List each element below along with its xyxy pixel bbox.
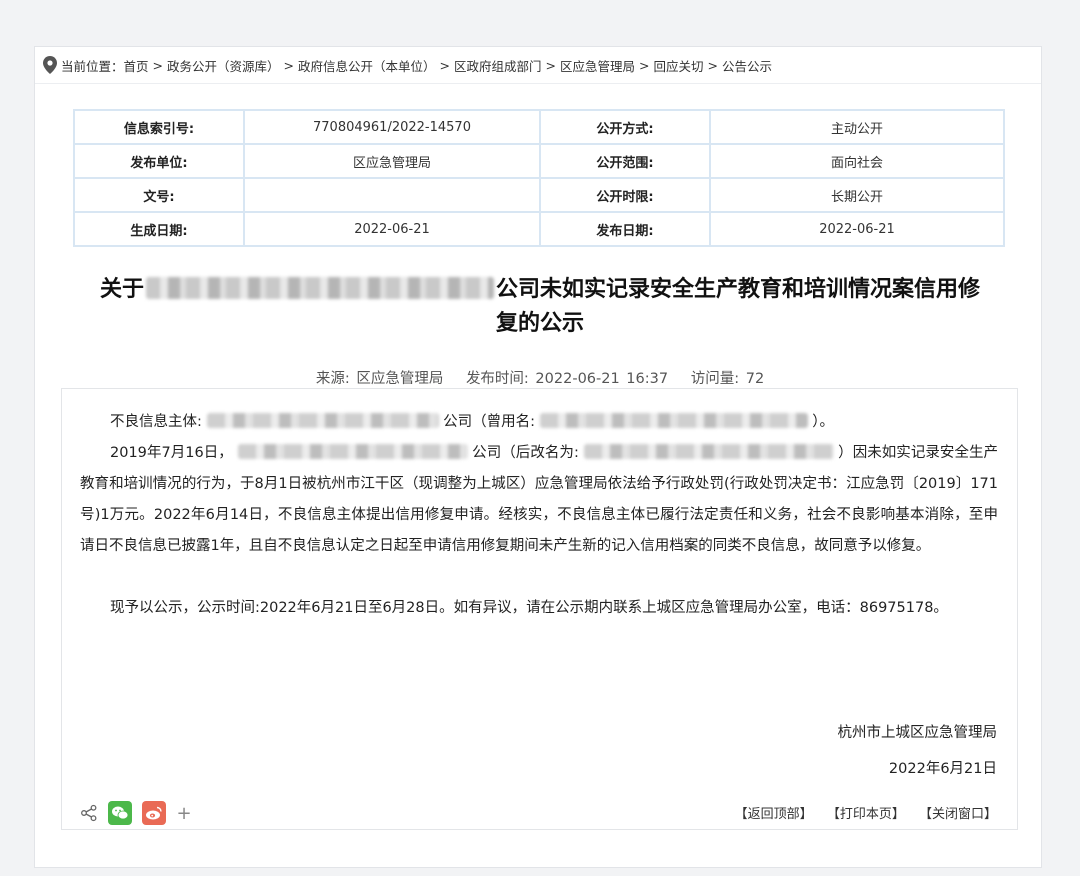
meta-value bbox=[243, 177, 541, 213]
breadcrumb-home[interactable]: 首页 bbox=[124, 56, 149, 75]
location-pin-icon bbox=[43, 56, 57, 74]
breadcrumb-separator: > bbox=[152, 57, 164, 73]
details-text: ）因未如实记录安全生产教育和培训情况的行为，于8月1日被杭州市江干区（现调整为上… bbox=[80, 445, 999, 554]
title-line2: 复的公示 bbox=[495, 311, 584, 336]
breadcrumb-separator: > bbox=[439, 57, 451, 73]
renamed-label: 公司（后改名为: bbox=[472, 445, 579, 461]
breadcrumb-separator: > bbox=[707, 57, 719, 73]
breadcrumb-separator: > bbox=[283, 57, 295, 73]
table-row: 信息索引号: 770804961/2022-14570 公开方式: 主动公开 bbox=[73, 109, 1005, 145]
meta-key: 公开方式: bbox=[539, 109, 711, 145]
page-container: 当前位置： 首页 > 政务公开（资源库） > 政府信息公开（本单位） > 区政府… bbox=[34, 46, 1042, 868]
wechat-share-icon[interactable] bbox=[108, 801, 132, 825]
more-share-icon[interactable]: + bbox=[176, 803, 192, 824]
meta-key: 生成日期: bbox=[73, 211, 245, 247]
title-line1-suffix: 公司未如实记录安全生产教育和培训情况案信用修 bbox=[496, 277, 981, 302]
back-to-top-link[interactable]: 【返回顶部】 bbox=[735, 807, 813, 822]
meta-key: 发布单位: bbox=[73, 143, 245, 179]
breadcrumb-separator: > bbox=[545, 57, 557, 73]
table-row: 生成日期: 2022-06-21 发布日期: 2022-06-21 bbox=[73, 211, 1005, 247]
meta-value: 2022-06-21 bbox=[243, 211, 541, 247]
breadcrumb-label: 当前位置： bbox=[61, 58, 124, 74]
breadcrumb-gov-info[interactable]: 政府信息公开（本单位） bbox=[298, 56, 436, 75]
meta-value: 770804961/2022-14570 bbox=[243, 109, 541, 145]
print-page-link[interactable]: 【打印本页】 bbox=[827, 807, 905, 822]
breadcrumb-emergency-bureau[interactable]: 区应急管理局 bbox=[560, 56, 635, 75]
redacted-company-name bbox=[237, 444, 468, 459]
meta-key: 文号: bbox=[73, 177, 245, 213]
redacted-former-name bbox=[539, 413, 808, 428]
title-prefix: 关于 bbox=[99, 277, 144, 302]
breadcrumb: 当前位置： 首页 > 政务公开（资源库） > 政府信息公开（本单位） > 区政府… bbox=[35, 47, 1041, 84]
weibo-share-icon[interactable] bbox=[142, 801, 166, 825]
meta-key: 发布日期: bbox=[539, 211, 711, 247]
paragraph-details: 2019年7月16日， 公司（后改名为: ）因未如实记录安全生产教育和培训情况的… bbox=[80, 438, 998, 562]
redacted-company-name bbox=[146, 277, 494, 299]
redacted-new-name bbox=[583, 444, 834, 459]
paragraph-end: ）。 bbox=[812, 414, 834, 430]
paragraph-subject: 不良信息主体: 公司（曾用名: ）。 bbox=[80, 407, 998, 438]
subject-label: 不良信息主体: bbox=[110, 414, 202, 430]
info-meta-table: 信息索引号: 770804961/2022-14570 公开方式: 主动公开 发… bbox=[73, 109, 1005, 247]
breadcrumb-gov-open[interactable]: 政务公开（资源库） bbox=[167, 56, 280, 75]
sign-date: 2022年6月21日 bbox=[888, 761, 997, 777]
paragraph-notice: 现予以公示，公示时间:2022年6月21日至6月28日。如有异议，请在公示期内联… bbox=[110, 600, 948, 616]
meta-value: 面向社会 bbox=[709, 143, 1005, 179]
redacted-company-name bbox=[206, 413, 439, 428]
meta-value: 2022-06-21 bbox=[709, 211, 1005, 247]
meta-key: 信息索引号: bbox=[73, 109, 245, 145]
meta-value: 长期公开 bbox=[709, 177, 1005, 213]
article-body: 不良信息主体: 公司（曾用名: ）。 2019年7月16日， 公司（后改名为: … bbox=[61, 388, 1018, 830]
breadcrumb-announcements[interactable]: 公告公示 bbox=[722, 56, 772, 75]
breadcrumb-separator: > bbox=[639, 57, 650, 73]
former-name-label: 公司（曾用名: bbox=[443, 414, 535, 430]
meta-key: 公开范围: bbox=[539, 143, 711, 179]
article-publish-time: 发布时间: 2022-06-21 16:37 bbox=[465, 371, 669, 387]
article-visits: 访问量: 72 bbox=[690, 371, 765, 387]
article-meta-line: 来源: 区应急管理局 发布时间: 2022-06-21 16:37 访问量: 7… bbox=[75, 367, 1005, 388]
share-bar: + bbox=[80, 801, 192, 825]
date-text: 2019年7月16日， bbox=[110, 445, 233, 461]
breadcrumb-concerns[interactable]: 回应关切 bbox=[654, 56, 704, 75]
meta-value: 主动公开 bbox=[709, 109, 1005, 145]
meta-key: 公开时限: bbox=[539, 177, 711, 213]
table-row: 文号: 公开时限: 长期公开 bbox=[73, 177, 1005, 213]
article-source: 来源: 区应急管理局 bbox=[315, 371, 444, 387]
signer: 杭州市上城区应急管理局 bbox=[837, 725, 998, 741]
close-window-link[interactable]: 【关闭窗口】 bbox=[919, 807, 997, 822]
article-title: 关于 公司未如实记录安全生产教育和培训情况案信用修 复的公示 bbox=[75, 273, 1005, 341]
breadcrumb-departments[interactable]: 区政府组成部门 bbox=[454, 56, 542, 75]
page-actions: 【返回顶部】 【打印本页】 【关闭窗口】 bbox=[725, 803, 997, 822]
share-icon[interactable] bbox=[80, 804, 98, 822]
table-row: 发布单位: 区应急管理局 公开范围: 面向社会 bbox=[73, 143, 1005, 179]
meta-value: 区应急管理局 bbox=[243, 143, 541, 179]
